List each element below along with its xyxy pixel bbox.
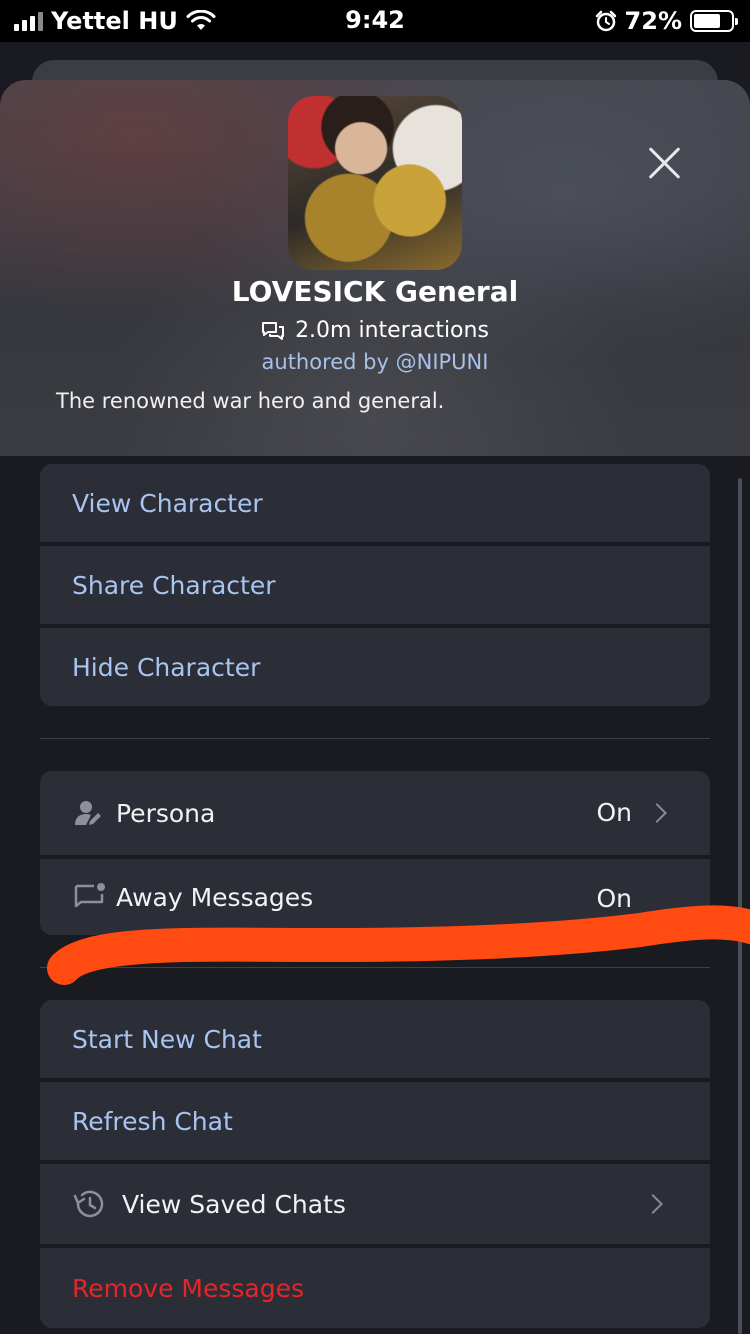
chat-actions-group: Start New Chat Refresh Chat View Saved C… [40,1000,710,1328]
away-messages-value: On [596,884,632,913]
author-link[interactable]: authored by @NIPUNI [0,350,750,374]
battery-icon [690,10,738,32]
character-description: The renowned war hero and general. [56,389,445,413]
refresh-chat-button[interactable]: Refresh Chat [40,1082,710,1160]
persona-value: On [596,798,632,827]
view-character-label: View Character [72,488,263,518]
persona-label: Persona [116,798,216,828]
share-character-label: Share Character [72,570,276,600]
away-messages-label: Away Messages [116,882,314,912]
share-character-button[interactable]: Share Character [40,546,710,624]
battery-percent: 72% [624,7,682,35]
chevron-right-icon [643,1194,663,1214]
refresh-chat-label: Refresh Chat [72,1106,233,1136]
message-notification-icon [74,883,105,908]
away-messages-row[interactable]: Away Messages On [40,859,710,935]
scrollbar[interactable] [738,478,742,1334]
hide-character-label: Hide Character [72,652,261,682]
view-character-button[interactable]: View Character [40,464,710,542]
settings-group: Persona On Away Messages On [40,771,710,935]
remove-messages-button[interactable]: Remove Messages [40,1248,710,1328]
character-header: LOVESICK General 2.0m interactions autho… [0,80,750,456]
history-icon [73,1190,104,1218]
alarm-icon [595,10,616,32]
chevron-right-icon [647,803,667,823]
start-new-chat-label: Start New Chat [72,1024,262,1054]
persona-icon [75,801,101,825]
hide-character-button[interactable]: Hide Character [40,628,710,706]
interactions-label: 2.0m interactions [295,318,489,343]
chat-bubbles-icon [262,321,285,340]
remove-messages-label: Remove Messages [72,1273,304,1303]
character-name: LOVESICK General [231,275,519,308]
interactions-count: 2.0m interactions [0,318,750,343]
status-bar: Yettel HU 9:42 72% [0,0,750,42]
view-saved-chats-button[interactable]: View Saved Chats [40,1164,710,1244]
character-actions-group: View Character Share Character Hide Char… [40,464,710,706]
section-divider [40,738,710,739]
close-button[interactable] [646,144,684,182]
start-new-chat-button[interactable]: Start New Chat [40,1000,710,1078]
battery-level [694,14,720,28]
persona-row[interactable]: Persona On [40,771,710,855]
section-divider [40,967,710,968]
view-saved-chats-label: View Saved Chats [122,1189,346,1219]
character-avatar [288,96,462,270]
screen: Yettel HU 9:42 72% LOVESICK General 2.0m… [0,0,750,1334]
status-right: 72% [595,7,738,35]
